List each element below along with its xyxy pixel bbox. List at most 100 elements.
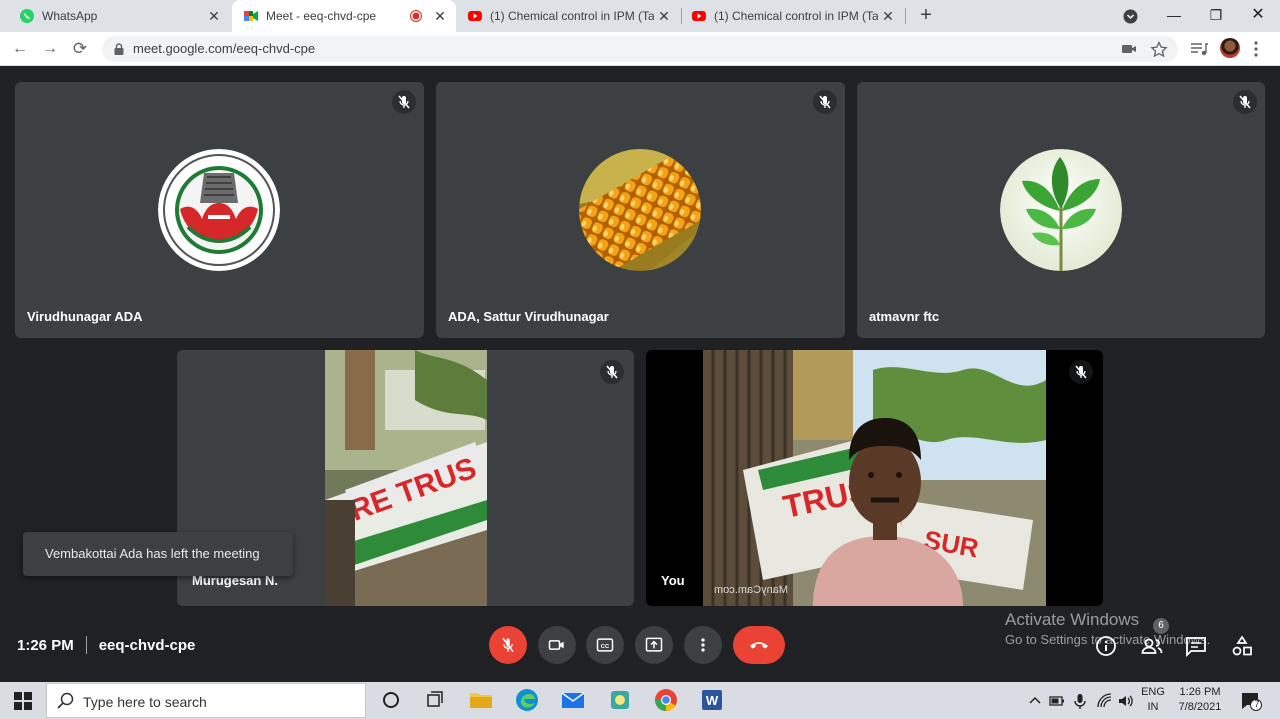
tab-separator	[905, 8, 906, 24]
tab-title: WhatsApp	[42, 9, 98, 23]
clock-time: 1:26 PM	[1179, 686, 1221, 698]
cortana-icon[interactable]	[378, 687, 404, 713]
minimize-button[interactable]: —	[1152, 0, 1196, 32]
back-button[interactable]: ←	[9, 38, 31, 60]
present-icon	[645, 637, 663, 652]
mail-icon[interactable]	[560, 687, 586, 713]
muted-mic-icon	[392, 90, 416, 114]
clock[interactable]: 1:26 PM 7/8/2021	[1172, 686, 1228, 713]
bookmark-star-icon[interactable]	[1150, 41, 1168, 57]
university-emblem-image	[158, 149, 280, 271]
camera-icon	[548, 640, 564, 650]
camera-toggle-button[interactable]	[538, 626, 576, 664]
present-screen-button[interactable]	[635, 626, 673, 664]
youtube-icon	[692, 11, 706, 21]
lock-icon[interactable]	[114, 43, 124, 55]
tab-title: Meet - eeq-chvd-cpe	[266, 9, 377, 23]
volume-icon[interactable]	[1117, 692, 1135, 710]
tab-youtube-2[interactable]: (1) Chemical control in IPM (Tam ✕	[682, 0, 904, 32]
participant-tile[interactable]: ADA, Sattur Virudhunagar	[436, 82, 845, 338]
meet-icon	[244, 11, 258, 21]
muted-mic-icon	[1069, 360, 1093, 384]
self-video: TRUST SUR	[703, 350, 1046, 606]
app-icon[interactable]	[607, 687, 633, 713]
participant-name: atmavnr ftc	[869, 309, 940, 324]
svg-text:W: W	[706, 693, 719, 708]
activate-windows-watermark: Activate Windows Go to Settings to activ…	[1005, 610, 1210, 647]
url-text[interactable]: meet.google.com/eeq-chvd-cpe	[133, 41, 315, 56]
participant-tile[interactable]: Virudhunagar ADA	[15, 82, 424, 338]
muted-mic-icon	[1233, 90, 1257, 114]
leave-call-button[interactable]	[733, 626, 785, 664]
corn-image	[579, 149, 701, 271]
chrome-menu-icon[interactable]	[1250, 40, 1262, 58]
edge-icon[interactable]	[514, 687, 540, 713]
file-explorer-icon[interactable]	[468, 687, 494, 713]
start-button[interactable]	[0, 682, 46, 719]
tab-whatsapp[interactable]: WhatsApp ✕	[0, 0, 230, 32]
battery-icon[interactable]	[1048, 692, 1066, 710]
address-bar: ← → ⟳ meet.google.com/eeq-chvd-cpe	[0, 32, 1280, 66]
manycam-watermark: ManyCam.com	[714, 584, 788, 596]
close-tab-icon[interactable]: ✕	[430, 8, 450, 25]
camera-in-use-icon[interactable]	[1120, 41, 1138, 57]
muted-mic-icon	[813, 90, 837, 114]
clock-date: 7/8/2021	[1178, 701, 1222, 713]
tab-meet[interactable]: Meet - eeq-chvd-cpe ✕	[232, 0, 456, 32]
chrome-icon[interactable]	[653, 687, 679, 713]
taskbar-search-box[interactable]: Type here to search	[46, 683, 366, 718]
mic-off-icon	[502, 637, 514, 653]
browser-tab-bar: WhatsApp ✕ Meet - eeq-chvd-cpe ✕ (1) Che…	[0, 0, 1280, 32]
meeting-time: 1:26 PM	[17, 636, 74, 654]
participant-name: You	[661, 573, 685, 588]
profile-avatar[interactable]	[1220, 38, 1240, 58]
word-icon[interactable]: W	[699, 687, 725, 713]
microphone-icon[interactable]	[1072, 692, 1088, 710]
self-tile[interactable]: TRUST SUR You ManyCam.com	[646, 350, 1103, 606]
tab-search-icon[interactable]	[1123, 9, 1138, 24]
participant-name: ADA, Sattur Virudhunagar	[448, 309, 609, 324]
close-window-button[interactable]: ✕	[1236, 0, 1280, 32]
region-code: IN	[1147, 701, 1159, 713]
media-control-icon[interactable]	[1189, 40, 1209, 58]
more-options-button[interactable]	[684, 626, 722, 664]
youtube-icon	[468, 11, 482, 21]
close-tab-icon[interactable]: ✕	[204, 8, 224, 25]
mic-toggle-button[interactable]	[489, 626, 527, 664]
captions-button[interactable]: CC	[586, 626, 624, 664]
close-tab-icon[interactable]: ✕	[654, 8, 674, 25]
wifi-icon[interactable]	[1096, 692, 1114, 710]
meeting-code: eeq-chvd-cpe	[98, 636, 196, 654]
reload-button[interactable]: ⟳	[69, 38, 91, 60]
left-meeting-notification: Vembakottai Ada has left the meeting	[23, 532, 293, 576]
search-placeholder: Type here to search	[83, 694, 207, 710]
close-tab-icon[interactable]: ✕	[878, 8, 898, 25]
windows-taskbar: Type here to search W ENG IN 1:26 PM 7/8…	[0, 682, 1280, 719]
captions-icon: CC	[596, 638, 614, 652]
meeting-info: 1:26 PM eeq-chvd-cpe	[17, 636, 195, 654]
omnibox[interactable]: meet.google.com/eeq-chvd-cpe	[102, 36, 1178, 62]
svg-text:CC: CC	[601, 644, 610, 650]
participant-video: RE TRUS	[325, 350, 487, 606]
whatsapp-icon	[20, 9, 34, 23]
participant-tile[interactable]: atmavnr ftc	[857, 82, 1265, 338]
more-vert-icon	[701, 638, 705, 652]
tab-title: (1) Chemical control in IPM (Tam	[714, 9, 878, 23]
language-indicator[interactable]: ENG IN	[1138, 686, 1168, 713]
show-hidden-icons-icon[interactable]	[1028, 694, 1042, 708]
participant-name: Virudhunagar ADA	[27, 309, 143, 324]
activities-icon[interactable]	[1230, 634, 1254, 658]
activate-title: Activate Windows	[1005, 610, 1140, 629]
activate-subtitle: Go to Settings to activate Windows.	[1005, 632, 1211, 647]
task-view-icon[interactable]	[422, 687, 448, 713]
tab-title: (1) Chemical control in IPM (Tam	[490, 9, 654, 23]
forward-button[interactable]: →	[39, 38, 61, 60]
tab-youtube-1[interactable]: (1) Chemical control in IPM (Tam ✕	[458, 0, 680, 32]
plant-leaf-image	[1000, 149, 1122, 271]
muted-mic-icon	[600, 360, 624, 384]
language-code: ENG	[1141, 686, 1165, 698]
restore-button[interactable]: ❐	[1194, 0, 1238, 32]
new-tab-button[interactable]: +	[914, 4, 938, 28]
search-icon	[57, 692, 74, 709]
windows-logo-icon	[14, 691, 32, 710]
